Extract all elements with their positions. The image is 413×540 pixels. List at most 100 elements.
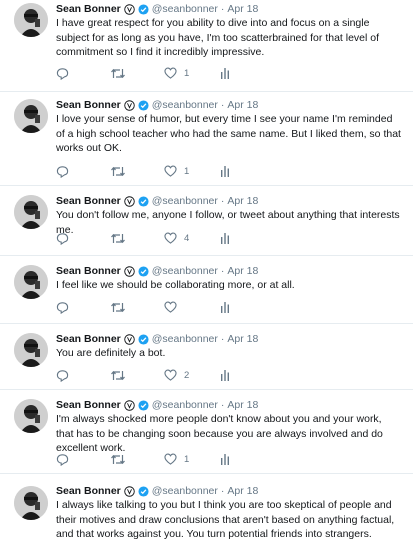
analytics-button[interactable] (220, 231, 230, 245)
verified-check-icon (138, 195, 149, 207)
like-button[interactable]: 1 (164, 164, 189, 178)
avatar[interactable] (14, 399, 48, 433)
tweet-text: I love your sense of humor, but every ti… (56, 113, 401, 154)
retweet-button[interactable] (110, 300, 126, 314)
like-button[interactable]: 1 (164, 452, 189, 466)
like-button[interactable] (164, 300, 184, 314)
like-button[interactable]: 2 (164, 368, 189, 382)
analytics-icon (220, 165, 230, 177)
tweet-header: Sean Bonner @seanbonner · Apr 18 (56, 98, 401, 112)
retweet-icon (110, 301, 126, 314)
analytics-button[interactable] (220, 452, 230, 466)
tweet-date[interactable]: Apr 18 (227, 264, 258, 278)
tweet[interactable]: Sean Bonner @seanbonner · Apr 18 You don… (0, 186, 413, 256)
analytics-button[interactable] (220, 66, 230, 80)
retweet-button[interactable] (110, 452, 126, 466)
tweet-text: You are definitely a bot. (56, 347, 166, 359)
retweet-button[interactable] (110, 231, 126, 245)
reply-icon (56, 67, 69, 80)
like-button[interactable]: 1 (164, 66, 189, 80)
like-count: 4 (184, 232, 190, 244)
author-name[interactable]: Sean Bonner (56, 484, 121, 498)
retweet-button[interactable] (110, 368, 126, 382)
author-name[interactable]: Sean Bonner (56, 2, 121, 16)
author-name[interactable]: Sean Bonner (56, 194, 121, 208)
avatar[interactable] (14, 486, 48, 520)
avatar[interactable] (14, 3, 48, 37)
circled-v-icon (124, 3, 135, 15)
retweet-icon (110, 453, 126, 466)
author-name[interactable]: Sean Bonner (56, 332, 121, 346)
reply-button[interactable] (56, 164, 69, 178)
reply-icon (56, 301, 69, 314)
retweet-icon (110, 67, 126, 80)
tweet[interactable]: Sean Bonner @seanbonner · Apr 18 I alway… (0, 474, 413, 540)
circled-v-icon (124, 265, 135, 277)
retweet-button[interactable] (110, 164, 126, 178)
verified-check-icon (138, 3, 149, 15)
tweet-date[interactable]: Apr 18 (227, 194, 258, 208)
tweet-text: I have great respect for you ability to … (56, 17, 380, 58)
tweet-text: I feel like we should be collaborating m… (56, 279, 295, 291)
reply-icon (56, 165, 69, 178)
analytics-icon (220, 301, 230, 313)
tweet-date[interactable]: Apr 18 (227, 484, 258, 498)
retweet-button[interactable] (110, 66, 126, 80)
separator: · (220, 195, 225, 207)
tweet-body: Sean Bonner @seanbonner · Apr 18 I'm alw… (56, 398, 401, 456)
author-handle[interactable]: @seanbonner (152, 484, 218, 498)
tweet-body: Sean Bonner @seanbonner · Apr 18 I feel … (56, 264, 401, 293)
tweet[interactable]: Sean Bonner @seanbonner · Apr 18 I feel … (0, 256, 413, 324)
tweet-date[interactable]: Apr 18 (227, 398, 258, 412)
reply-button[interactable] (56, 368, 69, 382)
reply-icon (56, 232, 69, 245)
tweet-date[interactable]: Apr 18 (227, 2, 258, 16)
author-name[interactable]: Sean Bonner (56, 98, 121, 112)
avatar[interactable] (14, 195, 48, 229)
reply-button[interactable] (56, 300, 69, 314)
author-handle[interactable]: @seanbonner (152, 398, 218, 412)
avatar[interactable] (14, 333, 48, 367)
separator: · (220, 485, 225, 497)
tweet-header: Sean Bonner @seanbonner · Apr 18 (56, 2, 401, 16)
reply-button[interactable] (56, 231, 69, 245)
separator: · (220, 99, 225, 111)
avatar[interactable] (14, 99, 48, 133)
author-handle[interactable]: @seanbonner (152, 332, 218, 346)
like-button[interactable]: 4 (164, 231, 189, 245)
verified-check-icon (138, 485, 149, 497)
like-icon (164, 453, 177, 465)
author-name[interactable]: Sean Bonner (56, 398, 121, 412)
like-icon (164, 67, 177, 79)
avatar[interactable] (14, 265, 48, 299)
tweet[interactable]: Sean Bonner @seanbonner · Apr 18 I'm alw… (0, 390, 413, 474)
retweet-icon (110, 165, 126, 178)
retweet-icon (110, 369, 126, 382)
tweet[interactable]: Sean Bonner @seanbonner · Apr 18 I have … (0, 0, 413, 92)
analytics-button[interactable] (220, 300, 230, 314)
tweet-date[interactable]: Apr 18 (227, 332, 258, 346)
tweet[interactable]: Sean Bonner @seanbonner · Apr 18 I love … (0, 92, 413, 186)
author-handle[interactable]: @seanbonner (152, 194, 218, 208)
tweet[interactable]: Sean Bonner @seanbonner · Apr 18 You are… (0, 324, 413, 390)
like-count: 1 (184, 67, 190, 79)
author-handle[interactable]: @seanbonner (152, 264, 218, 278)
tweet-body: Sean Bonner @seanbonner · Apr 18 I love … (56, 98, 401, 156)
analytics-icon (220, 67, 230, 79)
like-count: 2 (184, 369, 190, 381)
analytics-button[interactable] (220, 368, 230, 382)
tweet-date[interactable]: Apr 18 (227, 98, 258, 112)
author-handle[interactable]: @seanbonner (152, 98, 218, 112)
like-count: 1 (184, 165, 190, 177)
like-icon (164, 301, 177, 313)
retweet-icon (110, 232, 126, 245)
analytics-button[interactable] (220, 164, 230, 178)
reply-button[interactable] (56, 66, 69, 80)
author-name[interactable]: Sean Bonner (56, 264, 121, 278)
reply-icon (56, 453, 69, 466)
separator: · (220, 265, 225, 277)
author-handle[interactable]: @seanbonner (152, 2, 218, 16)
like-icon (164, 369, 177, 381)
separator: · (220, 3, 225, 15)
reply-button[interactable] (56, 452, 69, 466)
